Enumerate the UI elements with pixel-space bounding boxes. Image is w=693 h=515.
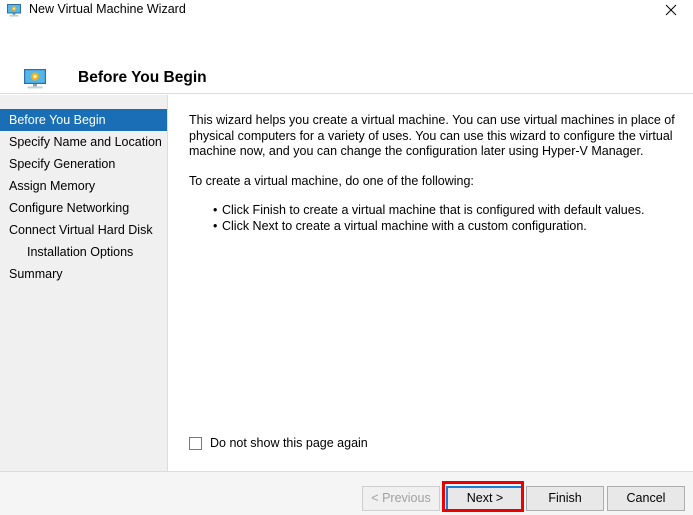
page-title: Before You Begin [78,69,207,87]
checkbox-box-icon[interactable] [189,437,202,450]
list-item: Click Next to create a virtual machine w… [213,219,679,235]
checkbox-label: Do not show this page again [210,436,368,450]
list-item: Click Finish to create a virtual machine… [213,203,679,219]
window-title: New Virtual Machine Wizard [29,0,186,19]
options-list: Click Finish to create a virtual machine… [189,203,679,234]
sidebar-item-connect-virtual-hard-disk[interactable]: Connect Virtual Hard Disk [0,219,167,241]
sidebar-item-specify-generation[interactable]: Specify Generation [0,153,167,175]
finish-button[interactable]: Finish [526,486,604,511]
sidebar-item-installation-options[interactable]: Installation Options [0,241,167,263]
sidebar-item-assign-memory[interactable]: Assign Memory [0,175,167,197]
button-bar: < Previous Next > Finish Cancel [0,471,693,515]
sidebar-item-summary[interactable]: Summary [0,263,167,285]
virtual-machine-monitor-icon [22,68,48,92]
title-bar: New Virtual Machine Wizard [0,0,693,19]
sidebar-item-configure-networking[interactable]: Configure Networking [0,197,167,219]
previous-button[interactable]: < Previous [362,486,440,511]
sidebar-item-specify-name-and-location[interactable]: Specify Name and Location [0,131,167,153]
intro-paragraph: This wizard helps you create a virtual m… [189,113,679,160]
wizard-steps-sidebar: Before You Begin Specify Name and Locati… [0,95,168,471]
close-icon[interactable] [648,0,693,19]
next-button[interactable]: Next > [446,486,524,511]
instruction-paragraph: To create a virtual machine, do one of t… [189,174,679,190]
virtual-machine-monitor-icon [6,2,22,18]
page-header: Before You Begin [0,19,693,94]
main-content: This wizard helps you create a virtual m… [169,95,693,471]
sidebar-item-before-you-begin[interactable]: Before You Begin [0,109,167,131]
do-not-show-again-checkbox[interactable]: Do not show this page again [189,436,368,450]
cancel-button[interactable]: Cancel [607,486,685,511]
